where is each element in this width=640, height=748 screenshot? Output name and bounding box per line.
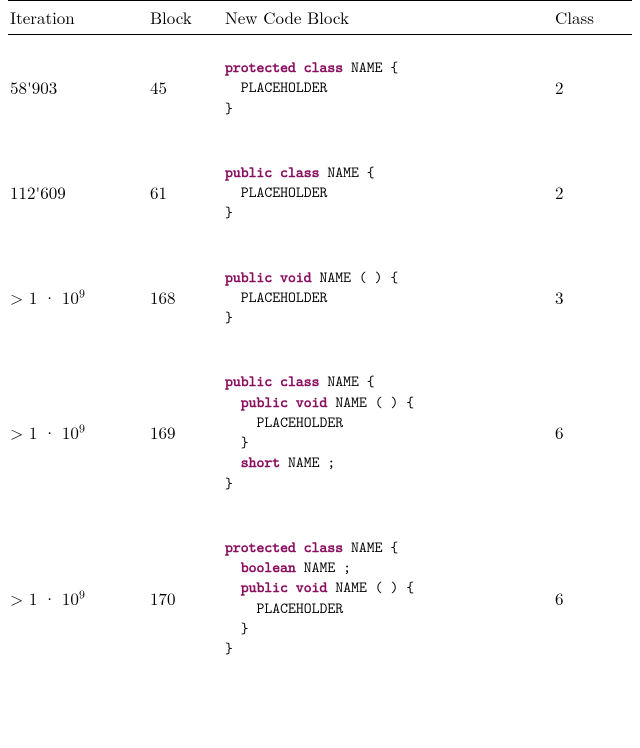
cell-code: public class NAME { public void NAME ( )… [225,371,555,493]
table-row: > 1 · 109168public void NAME ( ) { PLACE… [8,245,632,350]
cell-code: public void NAME ( ) { PLACEHOLDER } [225,267,555,328]
code-keyword: class [280,371,319,391]
code-keyword: class [304,537,343,557]
code-block: protected class NAME { boolean NAME ; pu… [225,537,555,659]
table-header: Iteration Block New Code Block Class [8,1,632,34]
code-keyword: public [225,267,272,287]
code-keyword: short [241,452,280,472]
code-keyword: public [241,392,288,412]
col-header-code: New Code Block [225,5,555,29]
code-keyword: void [280,267,312,287]
code-block: public class NAME { PLACEHOLDER } [225,162,555,223]
code-block: public class NAME { public void NAME ( )… [225,371,555,493]
exponent: 9 [79,420,85,436]
code-keyword: class [304,57,343,77]
cell-iteration: > 1 · 109 [8,586,150,610]
code-keyword: class [280,162,319,182]
cell-block: 168 [150,285,225,309]
cell-iteration: 112'609 [8,180,150,204]
cell-block: 45 [150,75,225,99]
cell-block: 170 [150,586,225,610]
col-header-block: Block [150,5,225,29]
col-header-class: Class [555,5,630,29]
table-row: 58'90345protected class NAME { PLACEHOLD… [8,35,632,140]
code-keyword: void [296,392,328,412]
cell-iteration: 58'903 [8,75,150,99]
code-keyword: protected [225,57,296,77]
cell-block: 61 [150,180,225,204]
cell-class: 3 [555,285,630,309]
code-keyword: void [296,577,328,597]
table-row: 112'60961public class NAME { PLACEHOLDER… [8,140,632,245]
cell-iteration: > 1 · 109 [8,420,150,444]
cell-code: public class NAME { PLACEHOLDER } [225,162,555,223]
cell-class: 2 [555,75,630,99]
table-row: > 1 · 109169public class NAME { public v… [8,349,632,515]
exponent: 9 [79,586,85,602]
code-keyword: boolean [241,557,296,577]
cell-block: 169 [150,420,225,444]
code-block: public void NAME ( ) { PLACEHOLDER } [225,267,555,328]
code-keyword: protected [225,537,296,557]
cell-code: protected class NAME { boolean NAME ; pu… [225,537,555,659]
col-header-iteration: Iteration [8,5,150,29]
code-keyword: public [225,162,272,182]
code-keyword: public [225,371,272,391]
table-body: 58'90345protected class NAME { PLACEHOLD… [8,35,632,680]
exponent: 9 [79,285,85,301]
cell-code: protected class NAME { PLACEHOLDER } [225,57,555,118]
code-keyword: public [241,577,288,597]
cell-class: 6 [555,420,630,444]
cell-class: 6 [555,586,630,610]
cell-class: 2 [555,180,630,204]
table-row: > 1 · 109170protected class NAME { boole… [8,515,632,681]
grammar-table: Iteration Block New Code Block Class 58'… [8,0,632,680]
code-block: protected class NAME { PLACEHOLDER } [225,57,555,118]
cell-iteration: > 1 · 109 [8,285,150,309]
